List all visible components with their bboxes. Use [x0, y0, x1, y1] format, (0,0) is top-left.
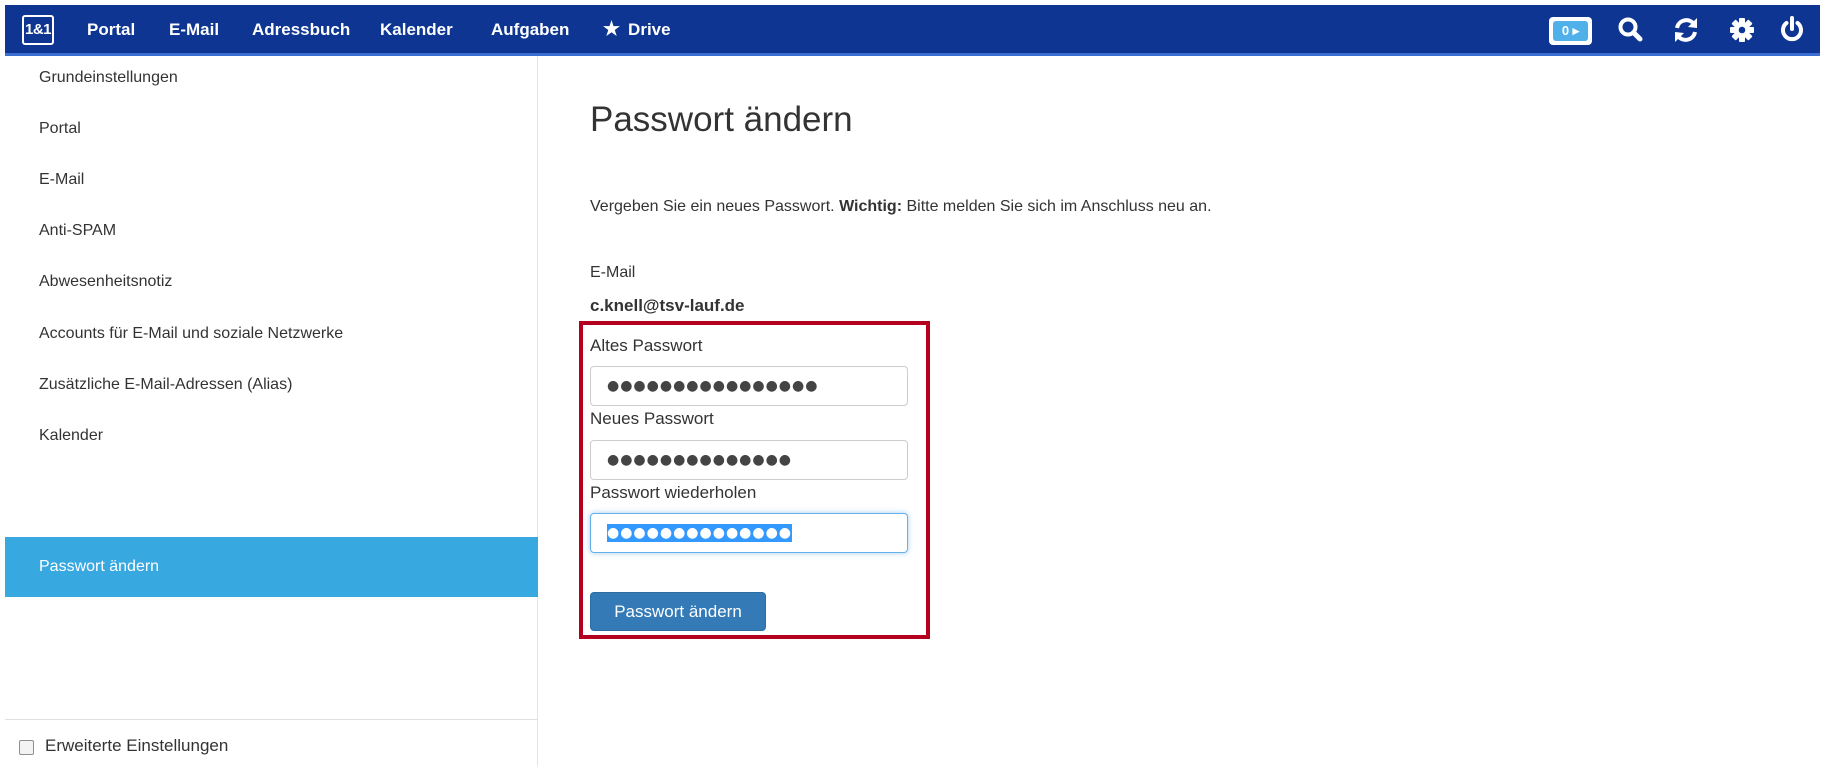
intro-text-main: Vergeben Sie ein neues Passwort. [590, 198, 835, 215]
settings-sidebar: Grundeinstellungen Portal E-Mail Anti-SP… [5, 56, 538, 766]
sidebar-item-passwort-aendern[interactable]: Passwort ändern [5, 537, 538, 597]
gear-icon[interactable] [1726, 14, 1758, 46]
old-password-input[interactable]: ●●●●●●●●●●●●●●●● [590, 366, 908, 406]
notification-count: 0 ▸ [1553, 21, 1588, 41]
old-password-label: Altes Passwort [590, 336, 703, 355]
sidebar-item-label: Grundeinstellungen [39, 69, 178, 86]
sidebar-item-label: E-Mail [39, 171, 85, 188]
new-password-input[interactable]: ●●●●●●●●●●●●●● [590, 440, 908, 480]
nav-portal[interactable]: Portal [87, 5, 135, 53]
sidebar-item-label: Anti-SPAM [39, 222, 117, 239]
intro-text: Vergeben Sie ein neues Passwort. Wichtig… [590, 198, 1212, 216]
nav-adressbuch[interactable]: Adressbuch [252, 5, 350, 53]
top-navigation-bar: 1&1 Portal E-Mail Adressbuch Kalender Au… [5, 5, 1820, 56]
advanced-settings-toggle: Erweiterte Einstellungen [5, 719, 538, 766]
sidebar-item-kalender[interactable]: Kalender [5, 426, 538, 486]
repeat-password-label: Passwort wiederholen [590, 483, 757, 502]
email-label: E-Mail [590, 264, 636, 281]
refresh-icon[interactable] [1670, 14, 1702, 46]
page-title: Passwort ändern [590, 100, 853, 139]
nav-aufgaben[interactable]: Aufgaben [491, 5, 569, 53]
nav-kalender[interactable]: Kalender [380, 5, 453, 53]
nav-drive[interactable]: ★ Drive [603, 5, 671, 53]
power-icon[interactable] [1776, 14, 1808, 46]
search-icon[interactable] [1615, 14, 1647, 46]
change-password-button[interactable]: Passwort ändern [590, 592, 766, 631]
new-password-label: Neues Passwort [590, 409, 714, 428]
sidebar-item-label: Kalender [39, 427, 104, 444]
brand-logo[interactable]: 1&1 [22, 15, 54, 45]
notification-counter[interactable]: 0 ▸ [1549, 17, 1592, 45]
intro-text-rest: Bitte melden Sie sich im Anschluss neu a… [906, 198, 1212, 215]
nav-email[interactable]: E-Mail [169, 5, 219, 53]
intro-text-important: Wichtig: [839, 198, 903, 215]
star-icon: ★ [603, 19, 621, 40]
sidebar-item-label: Passwort ändern [39, 558, 160, 575]
repeat-password-input[interactable]: ●●●●●●●●●●●●●● [590, 513, 908, 553]
sidebar-item-label: Zusätzliche E-Mail-Adressen (Alias) [39, 376, 293, 393]
sidebar-item-label: Portal [39, 120, 81, 137]
sidebar-item-abwesenheitsnotiz[interactable]: Abwesenheitsnotiz [5, 272, 538, 332]
advanced-settings-checkbox[interactable] [19, 740, 34, 755]
advanced-settings-label[interactable]: Erweiterte Einstellungen [45, 736, 228, 756]
email-value: c.knell@tsv-lauf.de [590, 296, 745, 315]
sidebar-item-label: Accounts für E-Mail und soziale Netzwerk… [39, 325, 344, 342]
nav-drive-label: Drive [628, 20, 671, 39]
repeat-password-selected-text: ●●●●●●●●●●●●●● [607, 524, 793, 542]
sidebar-item-label: Abwesenheitsnotiz [39, 273, 173, 290]
